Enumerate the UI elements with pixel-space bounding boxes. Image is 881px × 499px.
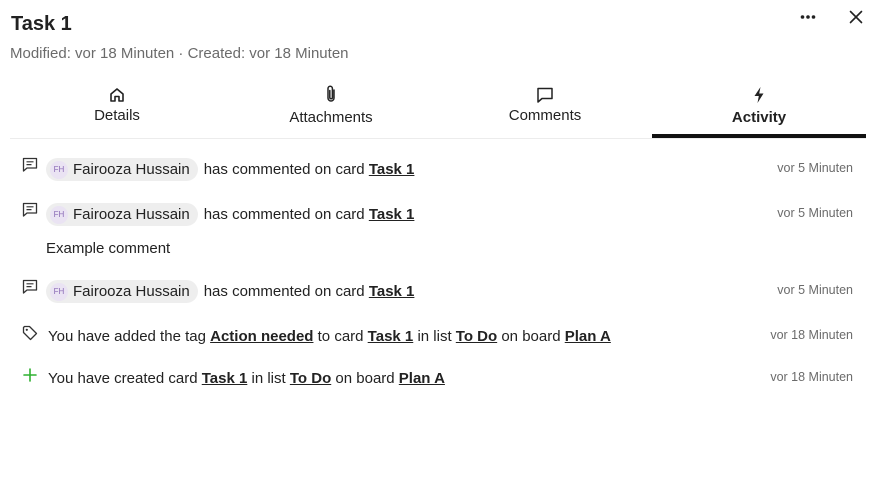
more-horizontal-icon <box>800 15 816 19</box>
card-link[interactable]: Task 1 <box>369 161 415 178</box>
activity-time: vor 5 Minuten <box>777 283 853 297</box>
activity-verb: has commented on card <box>203 283 365 300</box>
activity-time: vor 5 Minuten <box>777 161 853 175</box>
activity-text: FH Fairooza Hussain has commented on car… <box>46 203 414 226</box>
tab-label: Details <box>94 107 140 124</box>
tab-details[interactable]: Details <box>10 82 224 138</box>
plus-icon <box>21 366 39 384</box>
paperclip-icon <box>324 82 338 104</box>
comment-icon <box>21 278 39 296</box>
tab-activity[interactable]: Activity <box>652 82 866 138</box>
user-chip[interactable]: FH Fairooza Hussain <box>46 203 198 226</box>
avatar: FH <box>50 160 68 179</box>
card-link[interactable]: Task 1 <box>202 370 248 387</box>
comment-icon <box>21 201 39 219</box>
activity-phrase: on board <box>335 370 395 387</box>
tab-attachments[interactable]: Attachments <box>224 82 438 138</box>
activity-text: FH Fairooza Hussain has commented on car… <box>46 280 414 303</box>
close-button[interactable] <box>841 6 871 28</box>
board-link[interactable]: Plan A <box>399 370 445 387</box>
activity-phrase: on board <box>501 328 561 345</box>
activity-text: FH Fairooza Hussain has commented on car… <box>46 158 414 181</box>
header-actions <box>793 6 871 28</box>
activity-phrase: You have created card <box>48 370 198 387</box>
card-title[interactable]: Task 1 <box>11 13 72 36</box>
comment-icon <box>21 156 39 174</box>
tab-label: Comments <box>508 107 582 124</box>
home-icon <box>108 82 126 104</box>
activity-time: vor 18 Minuten <box>770 370 853 384</box>
activity-verb: has commented on card <box>203 161 365 178</box>
list-link[interactable]: To Do <box>290 370 331 387</box>
activity-phrase: in list <box>251 370 286 387</box>
card-sidebar: Task 1 Modified: vor 18 Minuten · Create… <box>0 0 881 499</box>
tag-link[interactable]: Action needed <box>210 328 313 345</box>
activity-phrase: to card <box>317 328 364 345</box>
close-icon <box>849 10 863 24</box>
avatar: FH <box>50 205 68 224</box>
tab-comments[interactable]: Comments <box>438 82 652 138</box>
board-link[interactable]: Plan A <box>565 328 611 345</box>
activity-phrase: You have added the tag <box>48 328 206 345</box>
tab-label: Attachments <box>289 109 373 126</box>
card-link[interactable]: Task 1 <box>369 206 415 223</box>
user-name: Fairooza Hussain <box>73 283 190 300</box>
user-name: Fairooza Hussain <box>73 161 190 178</box>
activity-time: vor 18 Minuten <box>770 328 853 342</box>
comment-text: Example comment <box>46 240 171 257</box>
activity-phrase: in list <box>417 328 452 345</box>
comment-icon <box>536 82 554 104</box>
card-meta: Modified: vor 18 Minuten · Created: vor … <box>10 45 349 62</box>
card-link[interactable]: Task 1 <box>368 328 414 345</box>
tab-bar: Details Attachments Comments Activity <box>10 82 866 139</box>
activity-text: You have created card Task 1 in list To … <box>48 370 445 387</box>
activity-verb: has commented on card <box>203 206 365 223</box>
avatar: FH <box>50 282 68 301</box>
activity-time: vor 5 Minuten <box>777 206 853 220</box>
lightning-icon <box>752 82 766 104</box>
more-button[interactable] <box>793 6 823 28</box>
tab-label: Activity <box>731 109 787 126</box>
list-link[interactable]: To Do <box>456 328 497 345</box>
tag-icon <box>21 324 39 342</box>
user-name: Fairooza Hussain <box>73 206 190 223</box>
user-chip[interactable]: FH Fairooza Hussain <box>46 158 198 181</box>
card-link[interactable]: Task 1 <box>369 283 415 300</box>
user-chip[interactable]: FH Fairooza Hussain <box>46 280 198 303</box>
activity-text: You have added the tag Action needed to … <box>48 328 611 345</box>
